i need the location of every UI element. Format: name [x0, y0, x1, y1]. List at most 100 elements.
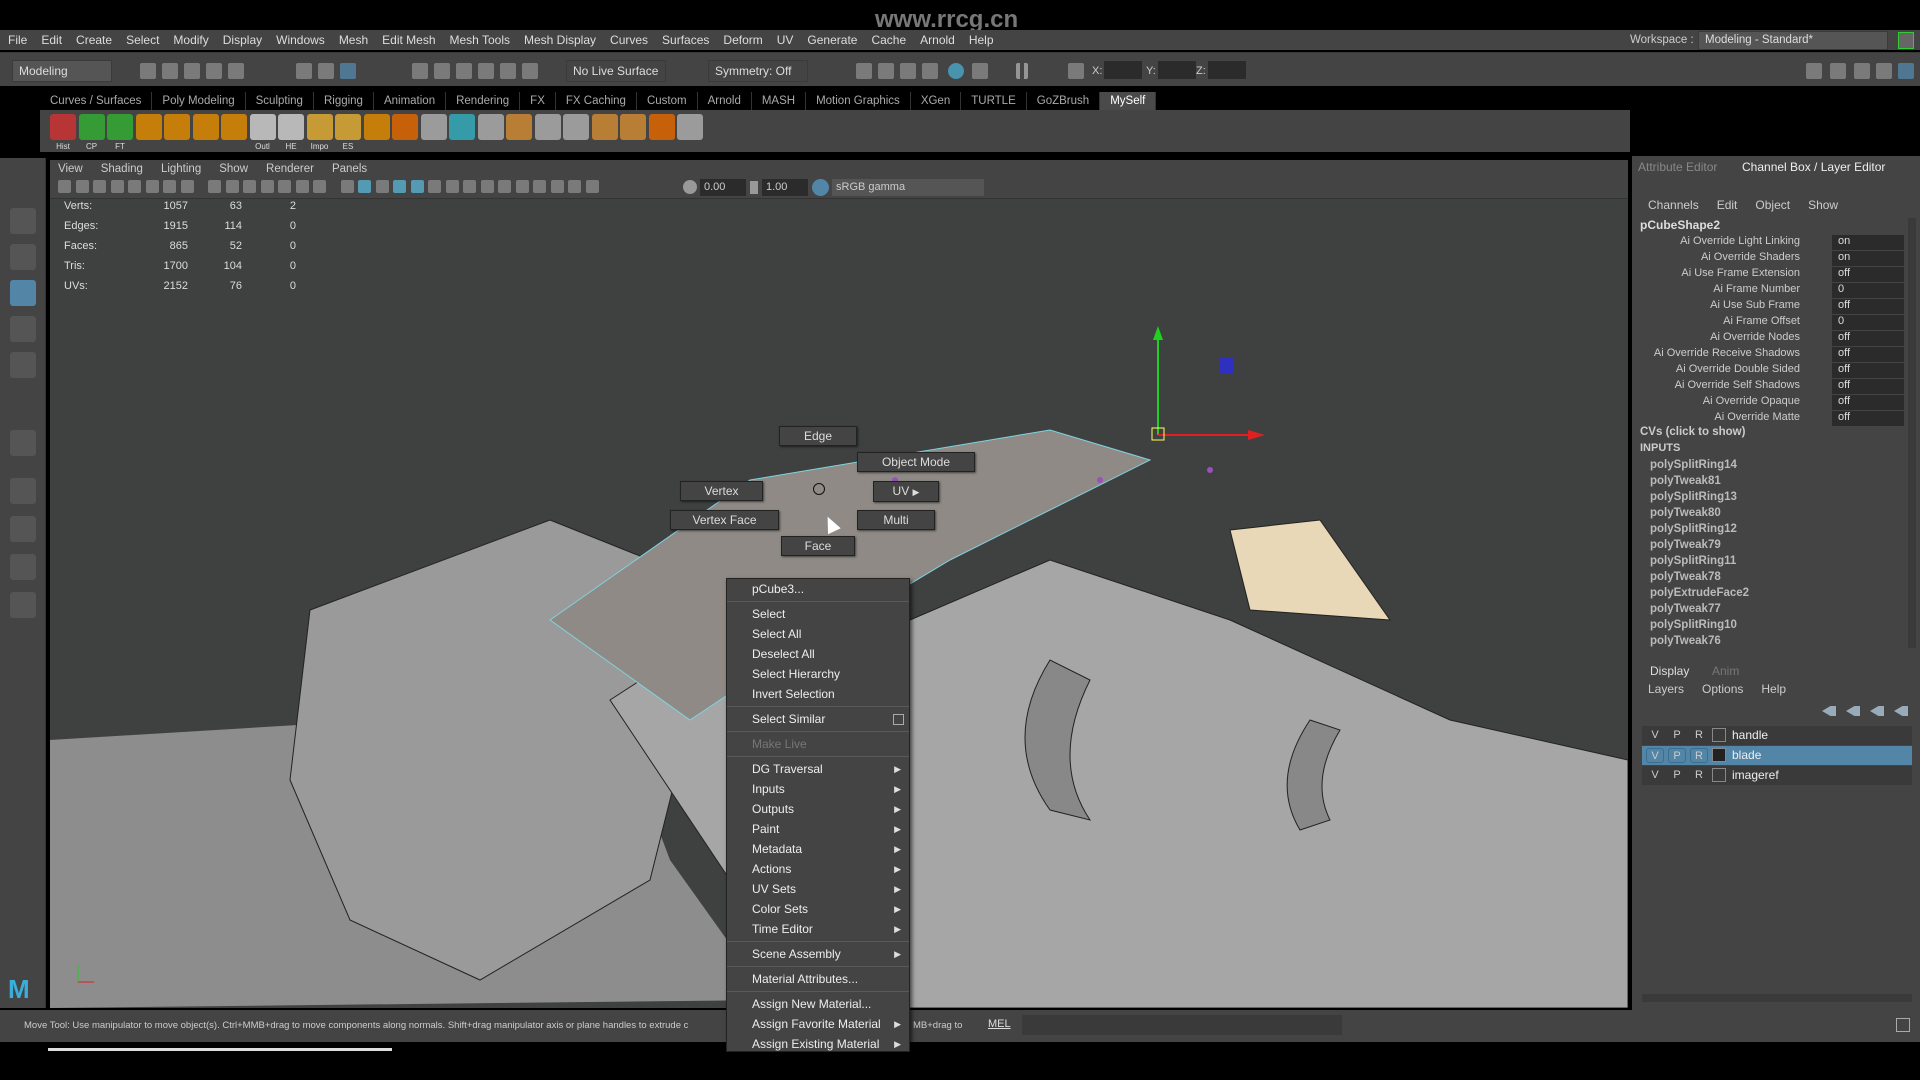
menu-generate[interactable]: Generate — [807, 33, 857, 47]
layer-menu-options[interactable]: Options — [1702, 682, 1743, 696]
context-menu-assign-new-material[interactable]: Assign New Material... — [727, 994, 909, 1014]
layer-name[interactable]: blade — [1732, 748, 1761, 762]
channel-value[interactable]: on — [1832, 251, 1904, 266]
viewport-tool-icon[interactable] — [145, 180, 159, 193]
viewport-menu-view[interactable]: View — [58, 163, 83, 175]
channel-value[interactable]: 0 — [1832, 283, 1904, 298]
viewport-tool-icon[interactable] — [463, 180, 476, 193]
layer-menu-layers[interactable]: Layers — [1648, 682, 1684, 696]
channel-box-menu-object[interactable]: Object — [1755, 198, 1790, 212]
open-scene-icon[interactable] — [162, 63, 178, 79]
shelf-tab-motion-graphics[interactable]: Motion Graphics — [806, 92, 911, 110]
viewport-tool-icon[interactable] — [428, 180, 441, 193]
shelf-tab-myself[interactable]: MySelf — [1100, 92, 1157, 110]
viewport-tool-icon[interactable] — [480, 180, 494, 193]
scale-tool-icon[interactable] — [10, 352, 36, 378]
menu-file[interactable]: File — [8, 33, 27, 47]
layer-row-imageref[interactable]: V P Rimageref — [1642, 766, 1912, 785]
shelf-tab-fx-caching[interactable]: FX Caching — [556, 92, 637, 110]
move-tool-icon[interactable] — [10, 280, 36, 306]
viewport-tool-icon[interactable] — [208, 180, 221, 193]
channel-row[interactable]: Ai Override Receive Shadows off — [1632, 347, 1910, 363]
input-node[interactable]: polySplitRing14 — [1650, 459, 1737, 471]
select-hierarchy-icon[interactable] — [296, 63, 312, 79]
shelf-tab-gozbrush[interactable]: GoZBrush — [1027, 92, 1101, 110]
ipr-icon[interactable] — [900, 63, 916, 79]
context-menu-assign-existing-material[interactable]: Assign Existing Material ▶ — [727, 1034, 909, 1054]
menu-help[interactable]: Help — [969, 33, 994, 47]
shelf-tab-turtle[interactable]: TURTLE — [961, 92, 1027, 110]
context-menu-material-attributes[interactable]: Material Attributes... — [727, 969, 909, 989]
shelf-tab-fx[interactable]: FX — [520, 92, 556, 110]
reference-toggle[interactable]: R — [1690, 748, 1708, 763]
context-menu-time-editor[interactable]: Time Editor ▶ — [727, 919, 909, 939]
layer-color-swatch[interactable] — [1712, 748, 1726, 762]
gamma-icon[interactable] — [750, 181, 758, 194]
save-scene-icon[interactable] — [184, 63, 200, 79]
menu-modify[interactable]: Modify — [173, 33, 208, 47]
context-menu-select-hierarchy[interactable]: Select Hierarchy — [727, 664, 909, 684]
snap-center-icon[interactable] — [522, 63, 538, 79]
channel-row[interactable]: Ai Override Double Sided off — [1632, 363, 1910, 379]
color-management-toggle-icon[interactable] — [812, 179, 829, 196]
hypershade-icon[interactable] — [948, 63, 964, 79]
shelf-tool-icon[interactable] — [591, 114, 618, 140]
menu-create[interactable]: Create — [76, 33, 112, 47]
gamma-field[interactable]: 1.00 — [762, 179, 808, 196]
channel-value[interactable]: off — [1832, 363, 1904, 378]
menu-deform[interactable]: Deform — [723, 33, 762, 47]
viewport-tool-icon[interactable] — [340, 180, 354, 193]
channel-box-toggle-icon[interactable] — [1898, 63, 1914, 79]
input-node[interactable]: polySplitRing12 — [1650, 523, 1737, 535]
cvs-toggle[interactable]: CVs (click to show) — [1640, 426, 1745, 438]
input-node[interactable]: polySplitRing13 — [1650, 491, 1737, 503]
context-menu-metadata[interactable]: Metadata ▶ — [727, 839, 909, 859]
context-menu-deselect-all[interactable]: Deselect All — [727, 644, 909, 664]
viewport-tool-icon[interactable] — [585, 180, 599, 193]
shelf-tool-icon[interactable] — [506, 114, 532, 140]
context-menu-dg-traversal[interactable]: DG Traversal ▶ — [727, 759, 909, 779]
menu-mesh[interactable]: Mesh — [339, 33, 368, 47]
channel-box-menu-edit[interactable]: Edit — [1717, 198, 1738, 212]
shelf-tool-icon[interactable] — [50, 114, 76, 140]
input-node[interactable]: polySplitRing10 — [1650, 619, 1737, 631]
reference-toggle[interactable]: R — [1690, 768, 1708, 783]
shelf-tab-mash[interactable]: MASH — [752, 92, 807, 110]
move-layer-down-icon[interactable] — [1846, 706, 1860, 716]
context-menu-scene-assembly[interactable]: Scene Assembly ▶ — [727, 944, 909, 964]
tab-attribute-editor[interactable]: Attribute Editor — [1638, 160, 1717, 174]
shelf-tab-animation[interactable]: Animation — [374, 92, 447, 110]
shelf-tab-arnold[interactable]: Arnold — [698, 92, 752, 110]
shelf-tool-icon[interactable] — [449, 114, 475, 140]
shelf-tool-icon[interactable] — [107, 114, 133, 140]
shelf-tool-icon[interactable] — [221, 114, 247, 140]
viewport-tool-icon[interactable] — [550, 180, 564, 193]
snap-surface-icon[interactable] — [500, 63, 516, 79]
snap-point-icon[interactable] — [456, 63, 472, 79]
shelf-tab-rigging[interactable]: Rigging — [314, 92, 374, 110]
playback-toggle[interactable]: P — [1668, 728, 1686, 743]
colorspace-dropdown[interactable]: sRGB gamma — [832, 179, 984, 196]
playback-toggle[interactable]: P — [1668, 768, 1686, 783]
visibility-toggle[interactable]: V — [1646, 768, 1664, 783]
viewport-tool-icon[interactable] — [260, 180, 274, 193]
shelf-tool-icon[interactable] — [78, 114, 105, 140]
undo-icon[interactable] — [206, 63, 222, 79]
layer-horizontal-scrollbar[interactable] — [1642, 994, 1912, 1002]
channel-value[interactable]: off — [1832, 299, 1904, 314]
viewport-tool-icon[interactable] — [410, 180, 424, 193]
shelf-tool-icon[interactable] — [164, 114, 190, 140]
mel-label[interactable]: MEL — [988, 1018, 1011, 1030]
channel-value[interactable]: off — [1832, 379, 1904, 394]
marking-menu-edge[interactable]: Edge — [779, 426, 857, 446]
shelf-tab-curves-surfaces[interactable]: Curves / Surfaces — [40, 92, 153, 110]
channel-value[interactable]: 0 — [1832, 315, 1904, 330]
marking-menu-vertex-face[interactable]: Vertex Face — [670, 510, 779, 530]
y-field[interactable] — [1158, 61, 1196, 79]
input-node[interactable]: polyTweak78 — [1650, 571, 1721, 583]
outliner-layout-icon[interactable] — [10, 592, 36, 618]
layer-row-handle[interactable]: V P Rhandle — [1642, 726, 1912, 745]
mode-dropdown[interactable]: Modeling — [12, 60, 112, 82]
channel-value[interactable]: off — [1832, 267, 1904, 282]
viewport-menu-renderer[interactable]: Renderer — [266, 163, 314, 175]
